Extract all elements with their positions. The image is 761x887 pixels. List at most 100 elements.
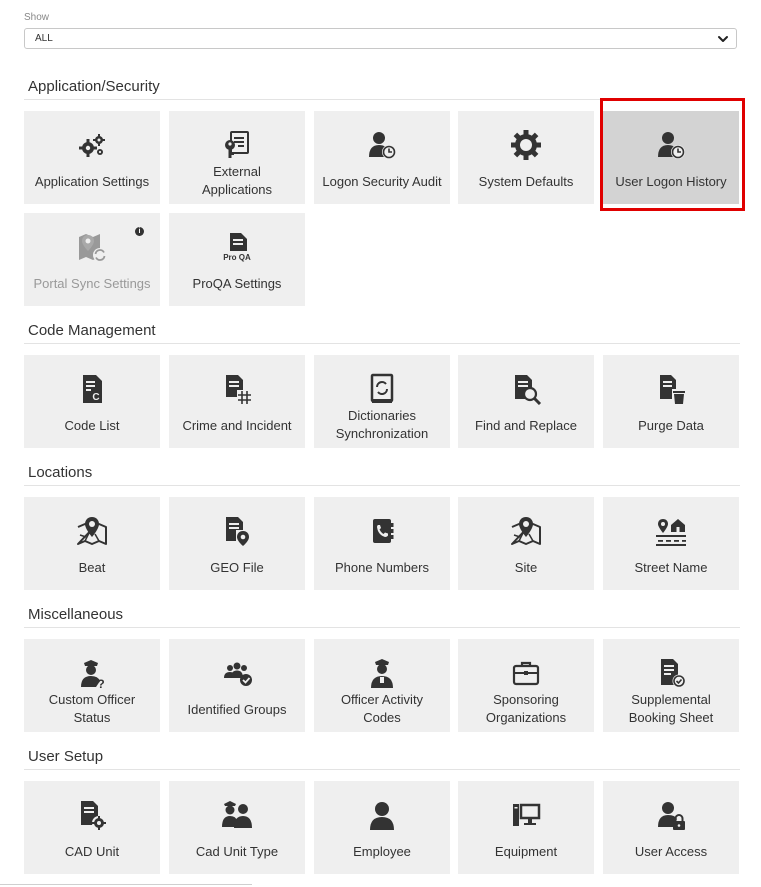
tile-crime-and-incident[interactable]: Crime and Incident <box>169 355 305 448</box>
user-clock-icon <box>314 129 450 161</box>
tile-supplemental-booking-sheet[interactable]: Supplemental Booking Sheet <box>603 639 739 732</box>
tile-system-defaults[interactable]: System Defaults <box>458 111 594 204</box>
tile-proqa-settings[interactable]: Pro QA ProQA Settings <box>169 213 305 306</box>
section-divider <box>24 485 740 486</box>
tile-label: Application Settings <box>28 165 156 198</box>
tile-label: GEO File <box>173 551 301 584</box>
show-filter-select[interactable]: ALL <box>24 28 737 49</box>
briefcase-icon <box>458 657 594 689</box>
section-divider <box>24 343 740 344</box>
section-title: Miscellaneous <box>28 606 124 623</box>
tile-label-text: Sponsoring Organizations <box>485 691 567 725</box>
tile-sponsoring-organizations[interactable]: Sponsoring Organizations <box>458 639 594 732</box>
document-gear-icon <box>24 799 160 831</box>
tile-label: Portal Sync Settings <box>28 267 156 300</box>
tile-purge-data[interactable]: Purge Data <box>603 355 739 448</box>
tile-label: CAD Unit <box>28 835 156 868</box>
tile-street-name[interactable]: Street Name <box>603 497 739 590</box>
tile-label-text: External Applications <box>201 163 273 197</box>
document-hash-icon <box>169 373 305 405</box>
tile-label: Code List <box>28 409 156 442</box>
officer-icon <box>314 657 450 689</box>
tile-equipment[interactable]: Equipment <box>458 781 594 874</box>
officers-icon <box>169 799 305 831</box>
tile-label-text: Portal Sync Settings <box>33 275 151 291</box>
tile-dictionaries-synchronization[interactable]: Dictionaries Synchronization <box>314 355 450 448</box>
tile-beat[interactable]: Beat <box>24 497 160 590</box>
tile-application-settings[interactable]: Application Settings <box>24 111 160 204</box>
tile-label-text: User Access <box>634 843 708 859</box>
document-key-icon <box>169 129 305 161</box>
info-icon[interactable]: i <box>135 227 144 236</box>
tile-label: ProQA Settings <box>173 267 301 300</box>
tile-find-and-replace[interactable]: Find and Replace <box>458 355 594 448</box>
tile-employee[interactable]: Employee <box>314 781 450 874</box>
tile-label: User Access <box>607 835 735 868</box>
gears-icon <box>24 129 160 161</box>
tile-label: External Applications <box>173 163 301 198</box>
tile-external-applications[interactable]: External Applications <box>169 111 305 204</box>
tile-site[interactable]: Site <box>458 497 594 590</box>
svg-text:C: C <box>92 392 99 403</box>
tile-label-text: CAD Unit <box>64 843 120 859</box>
tile-identified-groups[interactable]: Identified Groups <box>169 639 305 732</box>
tile-label: Site <box>462 551 590 584</box>
phone-book-icon <box>314 515 450 547</box>
tile-custom-officer-status[interactable]: ? Custom Officer Status <box>24 639 160 732</box>
tile-geo-file[interactable]: GEO File <box>169 497 305 590</box>
tile-label-text: Purge Data <box>638 417 704 433</box>
tile-label: Custom Officer Status <box>28 691 156 726</box>
user-lock-icon <box>603 799 739 831</box>
tile-label-text: Supplemental Booking Sheet <box>628 691 714 725</box>
tile-label: Purge Data <box>607 409 735 442</box>
tile-label-text: Custom Officer Status <box>48 691 136 725</box>
tile-label: Equipment <box>462 835 590 868</box>
tile-label: Dictionaries Synchronization <box>318 407 446 442</box>
tile-label: Street Name <box>607 551 735 584</box>
code-document-icon: C <box>24 373 160 405</box>
tile-user-logon-history[interactable]: User Logon History <box>603 111 739 204</box>
sync-book-icon <box>314 373 450 405</box>
tile-cad-unit[interactable]: CAD Unit <box>24 781 160 874</box>
chevron-down-icon <box>718 36 728 42</box>
section-divider <box>24 769 740 770</box>
tile-phone-numbers[interactable]: Phone Numbers <box>314 497 450 590</box>
tile-label-text: Code List <box>64 417 120 433</box>
map-pin-icon <box>24 515 160 547</box>
tile-label-text: Identified Groups <box>187 701 287 717</box>
section-title: Locations <box>28 464 93 481</box>
tile-label-text: Phone Numbers <box>335 559 429 575</box>
tile-label: Cad Unit Type <box>173 835 301 868</box>
tile-label-text: Crime and Incident <box>182 417 292 433</box>
computer-icon <box>458 799 594 831</box>
tile-label-text: System Defaults <box>478 173 574 189</box>
tile-cad-unit-type[interactable]: Cad Unit Type <box>169 781 305 874</box>
document-search-icon <box>458 373 594 405</box>
tile-label: Beat <box>28 551 156 584</box>
tile-logon-security-audit[interactable]: Logon Security Audit <box>314 111 450 204</box>
tile-label: Officer Activity Codes <box>318 691 446 726</box>
tile-label-text: Application Settings <box>34 173 150 189</box>
tile-label-text: Street Name <box>634 559 708 575</box>
tile-label-text: User Logon History <box>615 173 727 189</box>
tile-label: Phone Numbers <box>318 551 446 584</box>
tile-label: Sponsoring Organizations <box>462 691 590 726</box>
tile-officer-activity-codes[interactable]: Officer Activity Codes <box>314 639 450 732</box>
tile-user-access[interactable]: User Access <box>603 781 739 874</box>
svg-text:?: ? <box>97 677 104 689</box>
tile-label: Logon Security Audit <box>318 165 446 198</box>
tile-label: Employee <box>318 835 446 868</box>
tile-code-list[interactable]: C Code List <box>24 355 160 448</box>
section-title: Code Management <box>28 322 156 339</box>
tile-portal-sync-settings[interactable]: Portal Sync Settings i <box>24 213 160 306</box>
tile-label-text: Officer Activity Codes <box>340 691 424 725</box>
tile-label-text: Dictionaries Synchronization <box>335 407 429 441</box>
tile-label-text: ProQA Settings <box>192 275 282 291</box>
tile-label: Supplemental Booking Sheet <box>607 691 735 726</box>
section-divider <box>24 99 740 100</box>
tile-label: System Defaults <box>462 165 590 198</box>
section-title: User Setup <box>28 748 104 765</box>
show-filter-value: ALL <box>35 33 53 44</box>
officer-question-icon: ? <box>24 657 160 689</box>
divider <box>0 884 252 885</box>
